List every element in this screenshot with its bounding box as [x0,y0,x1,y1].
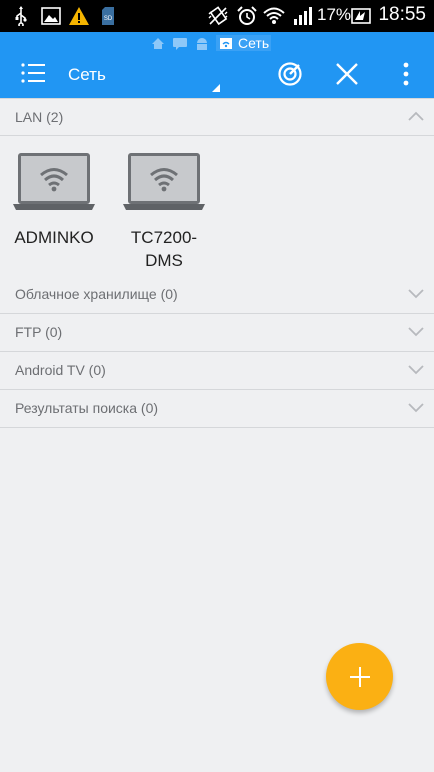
radar-icon [278,62,302,86]
close-button[interactable] [332,59,362,89]
section-lan-header[interactable]: LAN (2) [0,98,434,136]
page-title[interactable]: Сеть [68,65,106,85]
section-android-tv-header[interactable]: Android TV (0) [0,352,434,390]
usb-icon [12,6,30,26]
chevron-up-icon [408,111,424,121]
device-name: TC7200-DMS [130,228,198,270]
list-icon [21,63,45,83]
chevron-down-icon [408,327,424,337]
section-android-tv-label: Android TV (0) [15,362,106,378]
chevron-down-icon [408,365,424,375]
scan-button[interactable] [275,59,305,89]
device-name: ADMINKO [14,228,94,247]
section-cloud-header[interactable]: Облачное хранилище (0) [0,276,434,314]
sd-label: SD [104,16,113,22]
section-lan-label: LAN (2) [15,109,64,125]
sd-card-icon: SD [100,6,116,26]
status-bar: SD 17% 18:55 [0,0,434,32]
section-cloud-label: Облачное хранилище (0) [15,286,178,302]
android-icon[interactable] [194,36,210,50]
chevron-down-icon [408,403,424,413]
battery-icon [350,6,372,26]
breadcrumb-current[interactable]: Сеть [216,35,272,51]
laptop-wifi-icon [10,150,98,214]
menu-button[interactable] [20,62,46,84]
chat-icon[interactable] [172,36,188,50]
signal-icon [292,6,314,26]
section-ftp-header[interactable]: FTP (0) [0,314,434,352]
chevron-down-icon [408,289,424,299]
dropdown-indicator-icon[interactable] [212,84,220,92]
close-icon [336,63,358,85]
section-search-results-label: Результаты поиска (0) [15,400,159,416]
plus-icon [349,666,370,687]
battery-percent: 17% [317,5,352,24]
overflow-menu-button[interactable] [391,59,421,89]
home-icon[interactable] [150,36,166,50]
toolbar: Сеть Сеть [0,32,434,99]
clock: 18:55 [378,4,426,25]
device-tile[interactable]: TC7200-DMS [120,150,208,272]
section-search-results-header[interactable]: Результаты поиска (0) [0,390,434,428]
image-icon [40,6,62,26]
add-button[interactable] [326,643,393,710]
vibrate-icon [206,6,230,26]
wifi-icon [262,6,286,26]
laptop-wifi-icon [120,150,208,214]
breadcrumb: Сеть [150,34,272,52]
breadcrumb-current-label: Сеть [238,35,270,51]
section-ftp-label: FTP (0) [15,324,63,340]
device-tile[interactable]: ADMINKO [10,150,98,249]
network-icon [218,36,234,50]
alarm-icon [236,6,258,26]
warning-icon [68,6,90,26]
more-vert-icon [403,62,409,86]
